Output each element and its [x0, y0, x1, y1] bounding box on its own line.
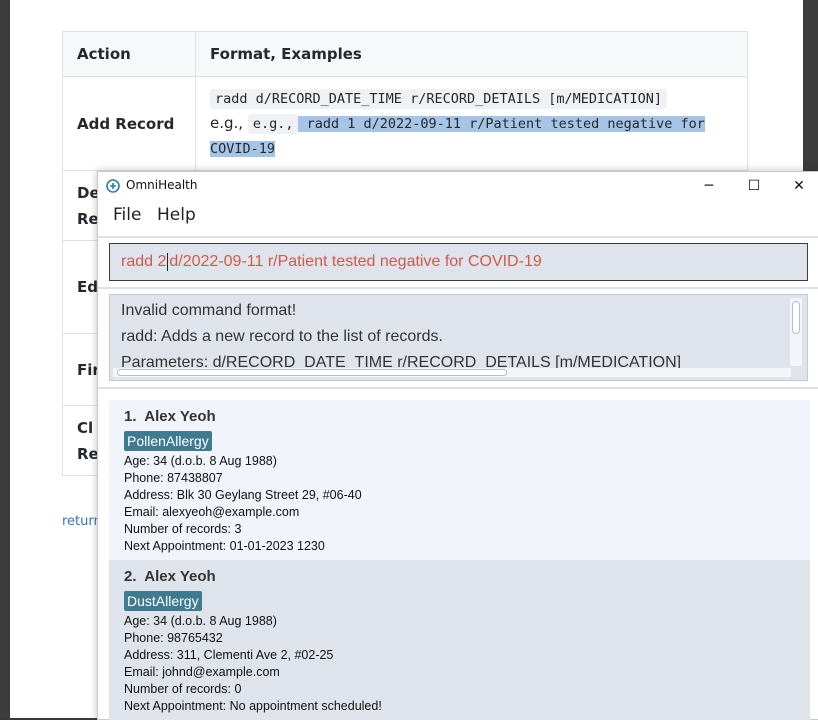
patient-record-count: Number of records: 3 — [124, 522, 242, 536]
patient-card[interactable]: 1. Alex Yeoh PollenAllergy Age: 34 (d.o.… — [109, 400, 810, 560]
command-input[interactable]: radd 2 d/2022-09-11 r/Patient tested nega… — [109, 243, 808, 281]
result-horizontal-scrollbar[interactable] — [113, 368, 791, 377]
example-code-selected-1: radd 1 d/2022-09-11 r/Patient tested neg… — [298, 116, 705, 132]
maximize-icon[interactable]: ☐ — [739, 175, 769, 197]
header-action: Action — [62, 31, 196, 77]
result-vertical-scrollbar[interactable] — [790, 298, 802, 366]
patient-record-count: Number of records: 0 — [124, 682, 242, 696]
allergy-tag: DustAllergy — [124, 591, 202, 611]
table-row: Add Record radd d/RECORD_DATE_TIME r/REC… — [62, 76, 748, 171]
patient-card[interactable]: 2. Alex Yeoh DustAllergy Age: 34 (d.o.b.… — [109, 560, 810, 720]
patient-name: 2. Alex Yeoh — [124, 568, 216, 585]
app-logo-icon — [106, 179, 120, 193]
patient-name: 1. Alex Yeoh — [124, 408, 216, 425]
example-code-selected-2: COVID-19 — [210, 141, 276, 157]
minimize-icon[interactable]: ─ — [694, 175, 724, 197]
command-text: radd 2 d/2022-09-11 r/Patient tested nega… — [121, 253, 542, 271]
menu-help[interactable]: Help — [157, 205, 196, 225]
patient-age: Age: 34 (d.o.b. 8 Aug 1988) — [124, 614, 277, 628]
example-prefix: e.g., — [210, 114, 244, 132]
example-prefix-code: e.g., — [247, 114, 299, 134]
header-format: Format, Examples — [195, 31, 748, 77]
patient-list[interactable]: 1. Alex Yeoh PollenAllergy Age: 34 (d.o.… — [109, 400, 810, 720]
left-background-strip — [0, 0, 10, 718]
patient-address: Address: 311, Clementi Ave 2, #02-25 — [124, 648, 334, 662]
row-action-add-record: Add Record — [62, 76, 196, 171]
menu-file[interactable]: File — [113, 205, 141, 225]
horizontal-scroll-thumb[interactable] — [117, 369, 507, 376]
window-title: OmniHealth — [126, 178, 198, 192]
result-line: radd: Adds a new record to the list of r… — [121, 328, 443, 345]
divider — [98, 236, 818, 238]
vertical-scroll-thumb[interactable] — [792, 301, 800, 334]
close-icon[interactable]: ✕ — [784, 175, 814, 197]
window-titlebar[interactable]: OmniHealth ─ ☐ ✕ — [98, 172, 818, 200]
patient-next-appointment: Next Appointment: No appointment schedul… — [124, 699, 382, 713]
divider — [98, 287, 818, 289]
result-display[interactable]: Invalid command format! radd: Adds a new… — [109, 294, 808, 381]
patient-address: Address: Blk 30 Geylang Street 29, #06-4… — [124, 488, 362, 502]
format-code: radd d/RECORD_DATE_TIME r/RECORD_DETAILS… — [210, 89, 668, 109]
patient-phone: Phone: 98765432 — [124, 631, 223, 645]
result-line: Invalid command format! — [121, 302, 297, 319]
omnihealth-window: OmniHealth ─ ☐ ✕ File Help radd 2 d/2022-… — [97, 171, 818, 720]
patient-email: Email: johnd@example.com — [124, 665, 280, 679]
patient-phone: Phone: 87438807 — [124, 471, 223, 485]
patient-age: Age: 34 (d.o.b. 8 Aug 1988) — [124, 454, 277, 468]
return-link[interactable]: return — [62, 514, 102, 529]
allergy-tag: PollenAllergy — [124, 431, 212, 451]
table-header-row: Action Format, Examples — [62, 31, 748, 77]
patient-next-appointment: Next Appointment: 01-01-2023 1230 — [124, 539, 325, 553]
divider — [98, 387, 818, 389]
patient-email: Email: alexyeoh@example.com — [124, 505, 300, 519]
row-format-cell: radd d/RECORD_DATE_TIME r/RECORD_DETAILS… — [195, 76, 748, 171]
